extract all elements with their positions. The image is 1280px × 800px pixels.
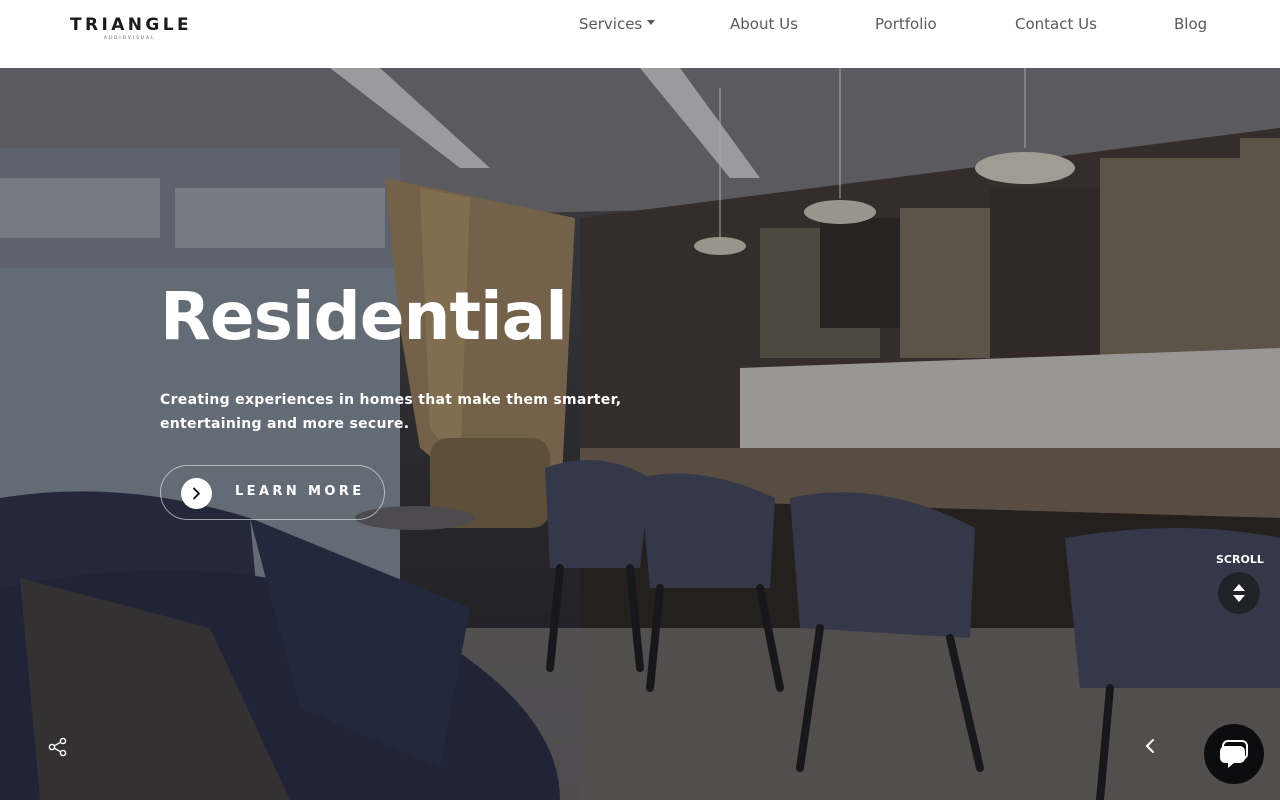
logo-wordmark: TRIANGLE xyxy=(70,15,192,35)
nav-portfolio-label: Portfolio xyxy=(875,15,937,33)
scroll-button[interactable] xyxy=(1218,572,1260,614)
hero-title: Residential xyxy=(160,278,568,355)
nav-contact-us-label: Contact Us xyxy=(1015,15,1097,33)
nav-about-us[interactable]: About Us xyxy=(730,15,798,33)
scroll-label: SCROLL xyxy=(1216,553,1264,566)
nav-services-label: Services xyxy=(579,15,643,33)
cta-circle xyxy=(181,478,212,509)
scroll-arrows-icon xyxy=(1233,584,1245,602)
learn-more-button[interactable]: LEARN MORE xyxy=(160,465,385,520)
chevron-left-icon[interactable] xyxy=(1143,737,1159,755)
chevron-right-icon xyxy=(193,487,200,500)
chat-button[interactable] xyxy=(1204,724,1264,784)
nav-blog-label: Blog xyxy=(1174,15,1208,33)
triangle-logo[interactable]: TRIANGLE AUDIOVISUAL xyxy=(70,14,210,48)
site-header: TRIANGLE AUDIOVISUAL Services About Us P… xyxy=(0,0,1280,68)
share-icon[interactable] xyxy=(48,737,68,757)
hero-section: Residential Creating experiences in home… xyxy=(0,68,1280,800)
chat-icon xyxy=(1220,740,1248,768)
nav-blog[interactable]: Blog xyxy=(1174,15,1207,33)
nav-about-us-label: About Us xyxy=(730,15,798,33)
nav-contact-us[interactable]: Contact Us xyxy=(1015,15,1097,33)
nav-services[interactable]: Services xyxy=(579,15,656,33)
caret-down-icon xyxy=(647,20,656,25)
learn-more-label: LEARN MORE xyxy=(235,484,365,499)
hero-description: Creating experiences in homes that make … xyxy=(160,392,622,432)
nav-portfolio[interactable]: Portfolio xyxy=(875,15,937,33)
